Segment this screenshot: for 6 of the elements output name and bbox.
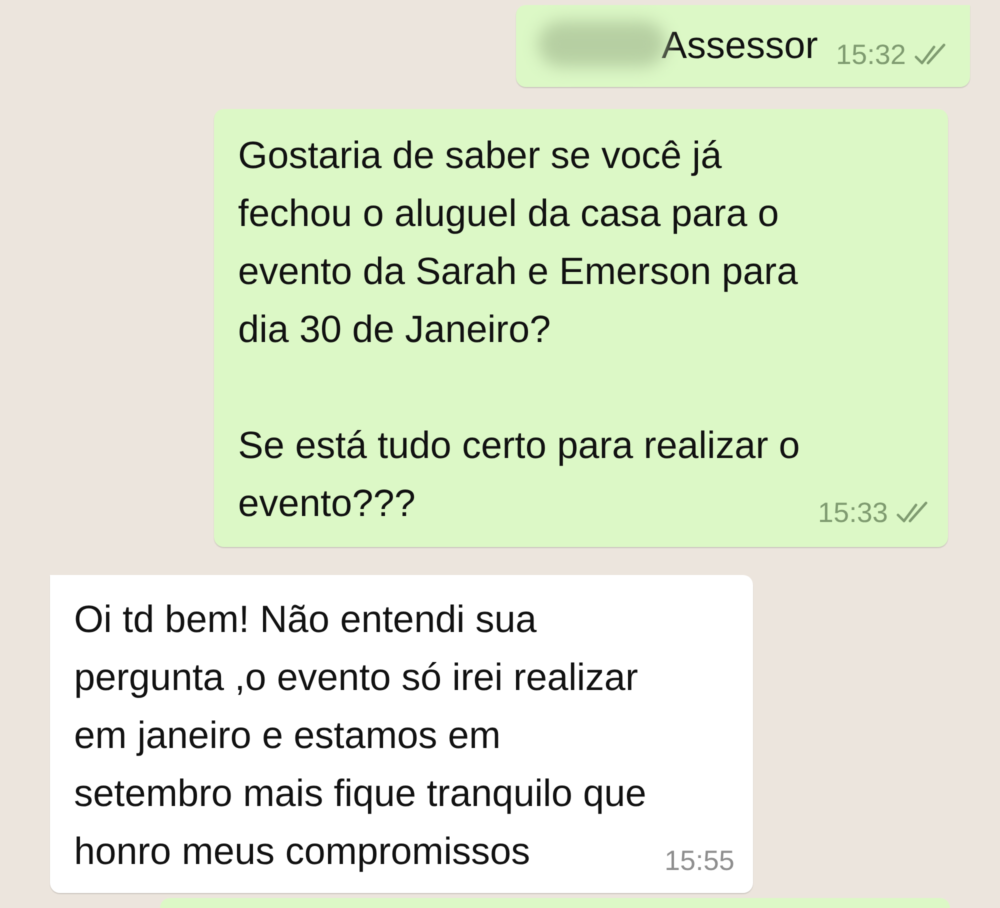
message-text: Assessor [662,24,818,69]
message-time: 15:33 [818,497,888,529]
message-text: Gostaria de saber se você já fechou o aluguel da casa para o evento da Sarah e Emerson para dia 30 de Janeiro? Se está tudo certo para realizar o evento??? [238,134,800,527]
message-time: 15:32 [836,39,906,71]
message-time: 15:55 [664,845,735,877]
message-text: Oi td bem! Não entendi sua pergunta ,o evento só irei realizar em janeiro e estamos em setembro mais fique tranquilo que honro meus compromissos [74,598,646,875]
